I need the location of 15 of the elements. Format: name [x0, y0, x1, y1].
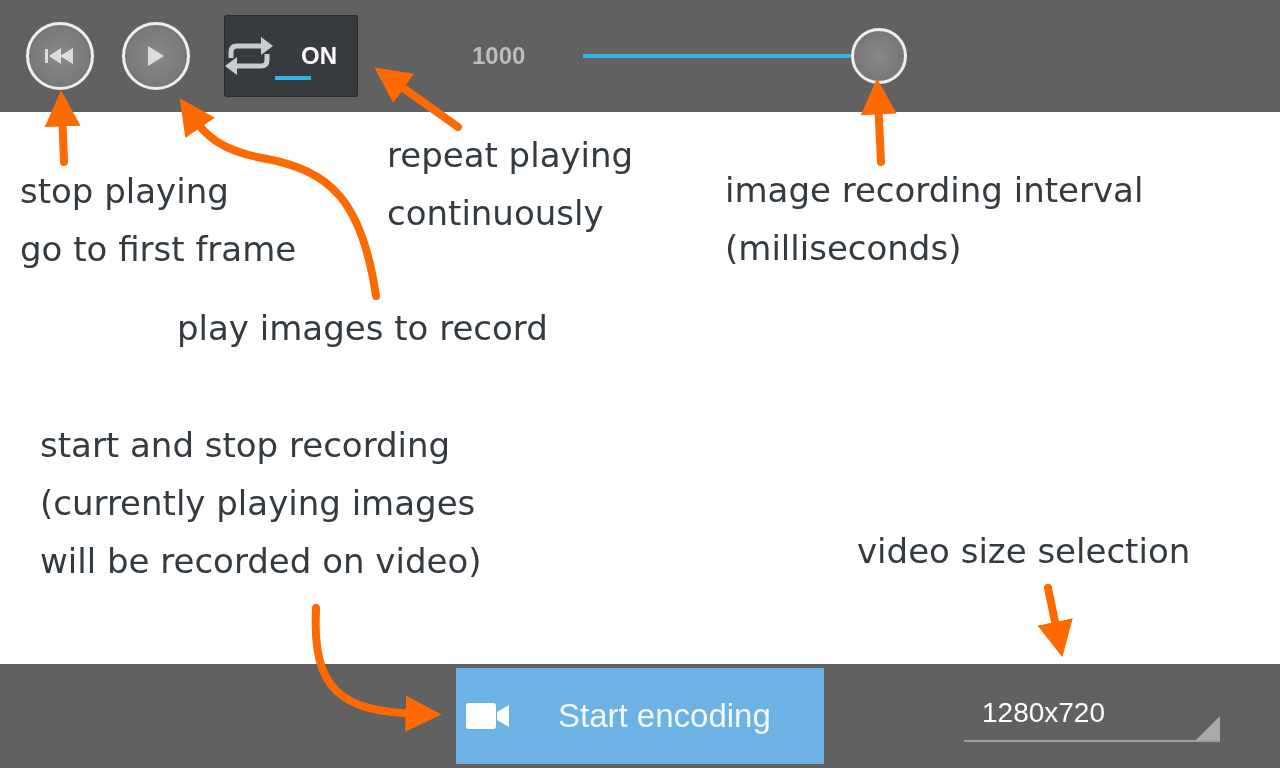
- annotation-text: video size selection: [857, 530, 1191, 573]
- annotation-text: image recording interval (milliseconds): [725, 169, 1144, 270]
- annotation-text: start and stop recording (currently playing images will be recorded on video): [40, 424, 482, 583]
- rewind-icon: [45, 46, 75, 66]
- interval-slider[interactable]: [583, 28, 907, 84]
- annotation-text: stop playing go to first frame: [20, 170, 297, 271]
- video-size-dropdown[interactable]: 1280x720: [964, 686, 1220, 742]
- annotation-text: repeat playing continuously: [387, 134, 634, 235]
- annotation-text: play images to record: [177, 307, 548, 350]
- repeat-toggle[interactable]: ON: [224, 15, 358, 97]
- dropdown-corner-icon: [1196, 716, 1220, 740]
- repeat-icon: [223, 34, 275, 78]
- interval-reading: 1000: [472, 42, 527, 70]
- play-icon: [147, 45, 165, 67]
- video-camera-icon: [466, 703, 510, 729]
